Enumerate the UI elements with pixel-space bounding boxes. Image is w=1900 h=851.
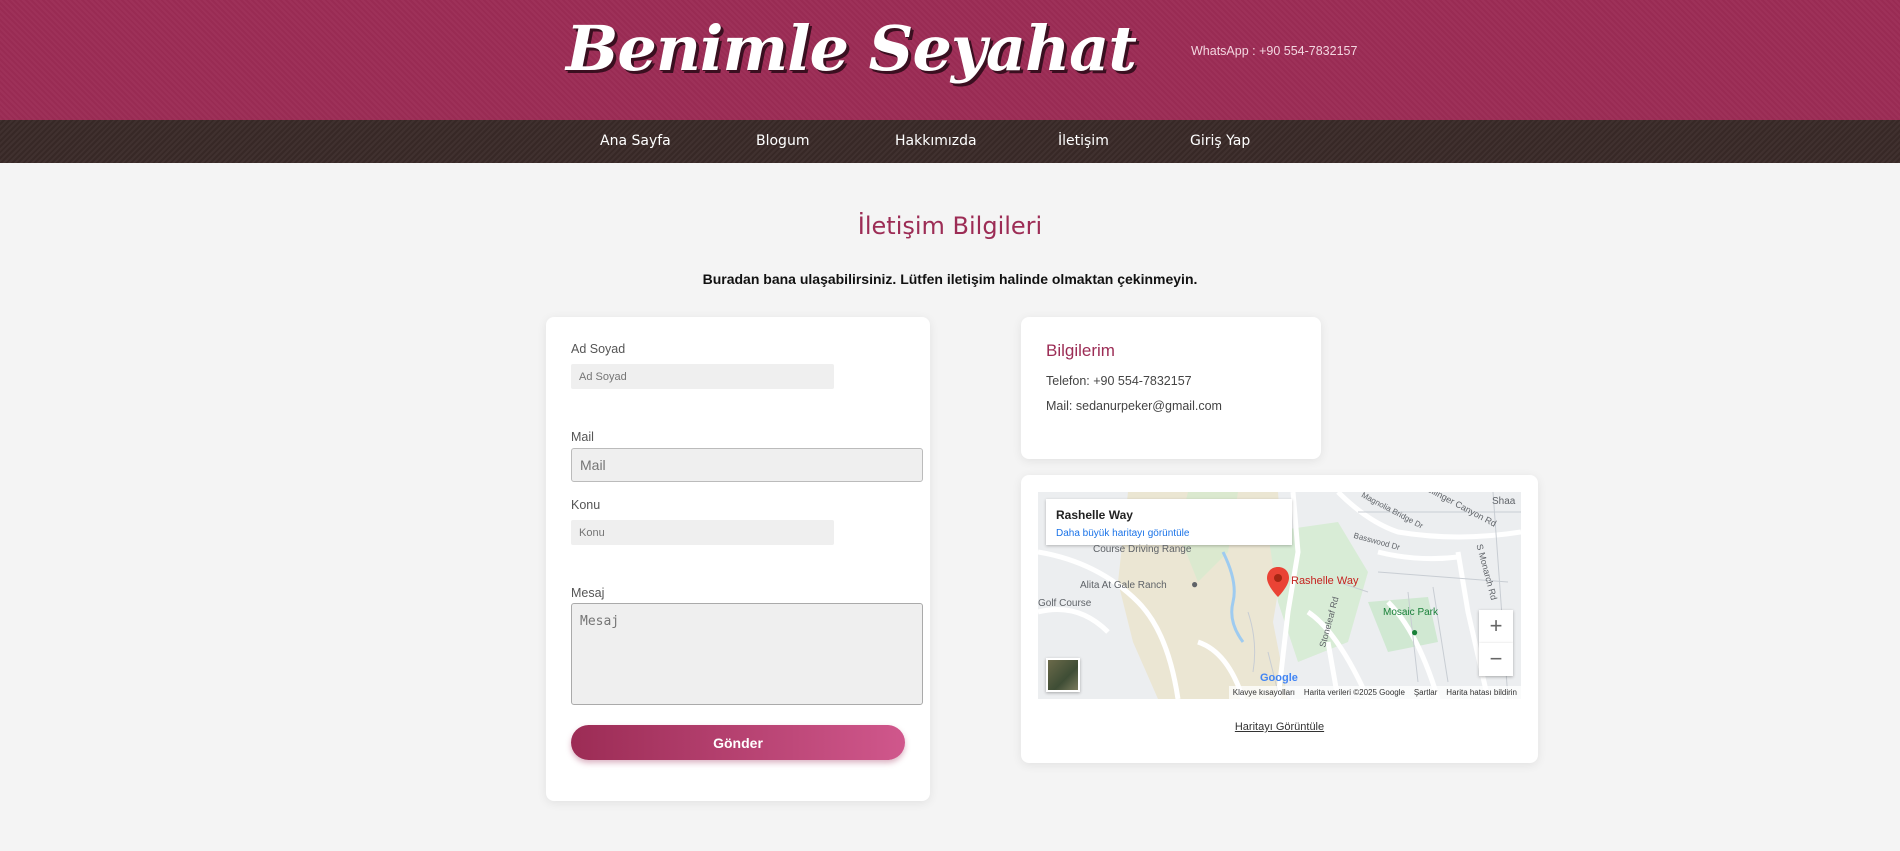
zoom-out-button[interactable]: − [1479,643,1513,676]
info-title: Bilgilerim [1046,341,1115,360]
map-label-driving-range: Course Driving Range [1093,544,1192,555]
header: Benimle Seyahat WhatsApp : +90 554-78321… [0,0,1900,120]
location-pin-icon[interactable] [1267,567,1289,597]
subject-label: Konu [571,498,601,512]
map-poi-icon: ● [1191,577,1199,591]
google-map[interactable]: Rashelle Way Daha büyük haritayı görüntü… [1038,492,1521,699]
marker-label: Rashelle Way [1291,575,1359,587]
main-nav: Ana Sayfa Blogum Hakkımızda İletişim Gir… [0,120,1900,163]
nav-item-blog[interactable]: Blogum [756,133,809,149]
map-card: Rashelle Way Daha büyük haritayı görüntü… [1021,475,1538,763]
map-attribution: Klavye kısayolları Harita verileri ©2025… [1228,686,1521,699]
contact-form-card: Ad Soyad Mail Konu Mesaj Gönder [546,317,930,801]
submit-button[interactable]: Gönder [571,725,905,760]
keyboard-shortcuts-link[interactable]: Klavye kısayolları [1233,688,1295,697]
map-label-shaa: Shaa [1492,496,1516,507]
whatsapp-contact: WhatsApp : +90 554-7832157 [1191,44,1358,58]
zoom-in-button[interactable]: + [1479,610,1513,643]
view-map-link[interactable]: Haritayı Görüntüle [1021,721,1538,733]
mail-input[interactable] [571,448,923,482]
message-label: Mesaj [571,586,605,600]
site-logo[interactable]: Benimle Seyahat [566,12,1137,85]
info-phone: Telefon: +90 554-7832157 [1046,374,1192,388]
map-label-golf-course: Golf Course [1038,598,1092,609]
info-mail: Mail: sedanurpeker@gmail.com [1046,399,1222,413]
nav-item-contact[interactable]: İletişim [1058,133,1109,149]
subject-input[interactable] [571,520,834,545]
name-label: Ad Soyad [571,342,626,356]
map-label-alita: Alita At Gale Ranch [1080,580,1167,591]
report-error-link[interactable]: Harita hatası bildirin [1446,688,1517,697]
page-title: İletişim Bilgileri [857,212,1043,240]
larger-map-link[interactable]: Daha büyük haritayı görüntüle [1056,528,1189,539]
terms-link[interactable]: Şartlar [1414,688,1438,697]
name-input[interactable] [571,364,834,389]
nav-item-login[interactable]: Giriş Yap [1190,133,1250,149]
info-card: Bilgilerim Telefon: +90 554-7832157 Mail… [1021,317,1321,459]
map-data-text: Harita verileri ©2025 Google [1303,688,1405,697]
park-poi-icon: ● [1411,625,1419,639]
place-name: Rashelle Way [1056,508,1133,522]
intro-text: Buradan bana ulaşabilirsiniz. Lütfen ile… [702,271,1198,287]
satellite-toggle-button[interactable] [1046,658,1080,692]
mail-label: Mail [571,430,594,444]
nav-item-about[interactable]: Hakkımızda [895,133,977,149]
map-label-mosaic-park: Mosaic Park [1383,607,1439,618]
nav-item-home[interactable]: Ana Sayfa [600,133,671,149]
message-textarea[interactable] [571,603,923,705]
google-logo: Google [1260,672,1298,684]
place-info-popup: Rashelle Way Daha büyük haritayı görüntü… [1046,499,1292,545]
